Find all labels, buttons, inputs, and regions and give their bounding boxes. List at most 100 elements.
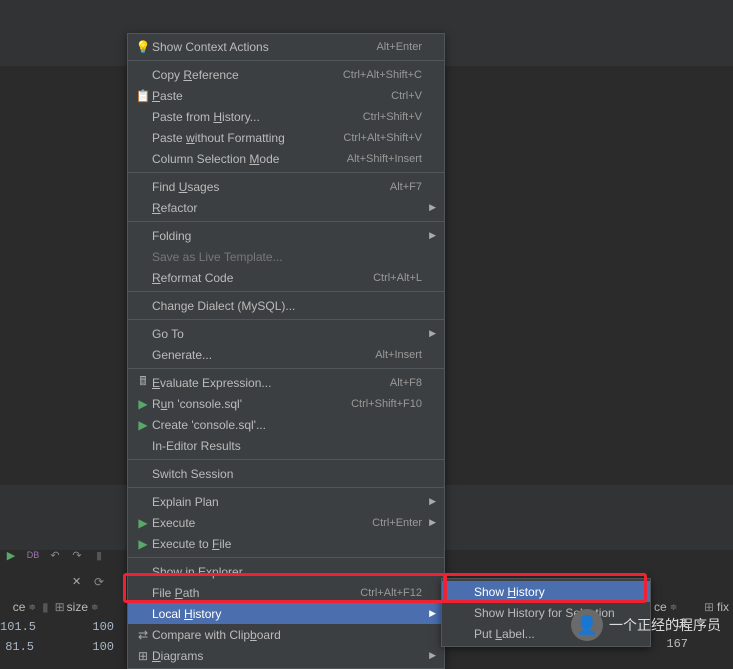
- ctx-item-execute[interactable]: ▶ExecuteCtrl+Enter▶: [128, 512, 444, 533]
- menu-item-label: File Path: [152, 586, 360, 600]
- menu-item-label: Change Dialect (MySQL)...: [152, 299, 422, 313]
- menu-shortcut: Ctrl+Shift+F10: [351, 398, 422, 410]
- ctx-item-evaluate-expression[interactable]: 🖩Evaluate Expression...Alt+F8: [128, 372, 444, 393]
- avatar-icon: 👤: [571, 609, 603, 641]
- menu-item-label: Refactor: [152, 201, 422, 215]
- ctx-item-in-editor-results[interactable]: In-Editor Results: [128, 435, 444, 456]
- menu-item-label: Execute: [152, 516, 372, 530]
- menu-separator: [128, 319, 444, 320]
- menu-item-label: Explain Plan: [152, 495, 422, 509]
- menu-shortcut: Alt+Enter: [376, 41, 422, 53]
- menu-item-label: Go To: [152, 327, 422, 341]
- ctx-item-paste-without-formatting[interactable]: Paste without FormattingCtrl+Alt+Shift+V: [128, 127, 444, 148]
- watermark: 👤 一个正经的程序员: [571, 609, 721, 641]
- menu-shortcut: Ctrl+Alt+Shift+C: [343, 69, 422, 81]
- undo-icon[interactable]: ↶: [47, 547, 63, 563]
- chevron-right-icon: ▶: [429, 230, 436, 241]
- paste-icon: 📋: [134, 89, 152, 103]
- ctx-item-generate[interactable]: Generate...Alt+Insert: [128, 344, 444, 365]
- menu-separator: [128, 487, 444, 488]
- dbplay-icon: ▶: [134, 418, 152, 432]
- chevron-right-icon: ▶: [429, 496, 436, 507]
- db-icon: DB: [25, 547, 41, 563]
- menu-item-label: Execute to File: [152, 537, 422, 551]
- menu-item-label: In-Editor Results: [152, 439, 422, 453]
- ctx-item-show-in-explorer[interactable]: Show in Explorer: [128, 561, 444, 582]
- ctx-item-find-usages[interactable]: Find UsagesAlt+F7: [128, 176, 444, 197]
- menu-separator: [128, 557, 444, 558]
- menu-item-label: Show History: [474, 585, 640, 599]
- ctx-item-create-console-sql[interactable]: ▶Create 'console.sql'...: [128, 414, 444, 435]
- ctx-item-refactor[interactable]: Refactor ▶: [128, 197, 444, 218]
- menu-separator: [128, 368, 444, 369]
- ctx-item-column-selection-mode[interactable]: Column Selection ModeAlt+Shift+Insert: [128, 148, 444, 169]
- ctx-item-switch-session[interactable]: Switch Session: [128, 463, 444, 484]
- menu-shortcut: Ctrl+Alt+L: [373, 272, 422, 284]
- menu-item-label: Find Usages: [152, 180, 390, 194]
- ctx-item-paste[interactable]: 📋PasteCtrl+V: [128, 85, 444, 106]
- menu-item-label: Paste without Formatting: [152, 131, 343, 145]
- menu-shortcut: Ctrl+Enter: [372, 517, 422, 529]
- play-icon: ▶: [134, 537, 152, 551]
- separator-icon: ▮: [91, 547, 107, 563]
- ctx-item-execute-to-file[interactable]: ▶Execute to File: [128, 533, 444, 554]
- bulb-icon: 💡: [134, 40, 152, 54]
- ctx-item-copy-reference[interactable]: Copy ReferenceCtrl+Alt+Shift+C: [128, 64, 444, 85]
- menu-item-label: Paste from History...: [152, 110, 363, 124]
- chevron-right-icon: ▶: [429, 650, 436, 661]
- menu-shortcut: Alt+F8: [390, 377, 422, 389]
- play-icon: ▶: [134, 397, 152, 411]
- close-icon[interactable]: ✕: [72, 575, 81, 588]
- col-ce[interactable]: ce≑: [2, 600, 36, 614]
- refresh-icon[interactable]: ⟳: [94, 575, 104, 589]
- menu-item-label: Run 'console.sql': [152, 397, 351, 411]
- menu-item-label: Paste: [152, 89, 391, 103]
- menu-shortcut: Ctrl+Alt+F12: [360, 587, 422, 599]
- menu-item-label: Folding: [152, 229, 422, 243]
- menu-item-label: Show in Explorer: [152, 565, 422, 579]
- ctx-item-go-to[interactable]: Go To▶: [128, 323, 444, 344]
- menu-shortcut: Alt+Shift+Insert: [347, 153, 422, 165]
- ctx-item-diagrams[interactable]: ⊞Diagrams▶: [128, 645, 444, 666]
- ctx-item-local-history[interactable]: Local History ▶: [128, 603, 444, 624]
- menu-item-label: Copy Reference: [152, 68, 343, 82]
- context-menu: 💡Show Context ActionsAlt+Enter Copy Refer…: [127, 33, 445, 669]
- ctx-item-file-path[interactable]: File PathCtrl+Alt+F12: [128, 582, 444, 603]
- ctx-item-save-as-live-template: Save as Live Template...: [128, 246, 444, 267]
- clip-icon: ⇄: [134, 628, 152, 642]
- menu-separator: [128, 172, 444, 173]
- menu-item-label: Switch Session: [152, 467, 422, 481]
- chevron-right-icon: ▶: [429, 517, 436, 528]
- redo-icon[interactable]: ↷: [69, 547, 85, 563]
- menu-item-label: Reformat Code: [152, 271, 373, 285]
- ctx-item-folding[interactable]: Folding ▶: [128, 225, 444, 246]
- ctx-item-show-context-actions[interactable]: 💡Show Context ActionsAlt+Enter: [128, 36, 444, 57]
- watermark-text: 一个正经的程序员: [609, 615, 721, 635]
- menu-item-label: Save as Live Template...: [152, 250, 422, 264]
- chevron-right-icon: ▶: [429, 202, 436, 213]
- menu-separator: [128, 291, 444, 292]
- menu-separator: [128, 221, 444, 222]
- ctx-item-reformat-code[interactable]: Reformat CodeCtrl+Alt+L: [128, 267, 444, 288]
- menu-item-label: Local History: [152, 607, 422, 621]
- ctx-item-run-console-sql[interactable]: ▶Run 'console.sql'Ctrl+Shift+F10: [128, 393, 444, 414]
- menu-shortcut: Alt+F7: [390, 181, 422, 193]
- menu-separator: [128, 60, 444, 61]
- menu-item-label: Create 'console.sql'...: [152, 418, 422, 432]
- col-size[interactable]: ⊞size≑: [55, 600, 125, 614]
- ctx-item-paste-from-history[interactable]: Paste from History...Ctrl+Shift+V: [128, 106, 444, 127]
- menu-item-label: Compare with Clipboard: [152, 628, 422, 642]
- diag-icon: ⊞: [134, 649, 152, 663]
- menu-item-label: Generate...: [152, 348, 375, 362]
- menu-item-label: Evaluate Expression...: [152, 376, 390, 390]
- menu-shortcut: Ctrl+Shift+V: [363, 111, 422, 123]
- run-icon[interactable]: ▶: [3, 547, 19, 563]
- menu-item-label: Column Selection Mode: [152, 152, 347, 166]
- ctx-item-compare-with-clipboard[interactable]: ⇄Compare with Clipboard: [128, 624, 444, 645]
- ctx-item-change-dialect-mysql[interactable]: Change Dialect (MySQL)...: [128, 295, 444, 316]
- chevron-right-icon: ▶: [429, 608, 436, 619]
- menu-separator: [128, 459, 444, 460]
- menu-shortcut: Ctrl+Alt+Shift+V: [343, 132, 422, 144]
- ctx-item-explain-plan[interactable]: Explain Plan ▶: [128, 491, 444, 512]
- sub-item-show-history[interactable]: Show History: [442, 581, 650, 602]
